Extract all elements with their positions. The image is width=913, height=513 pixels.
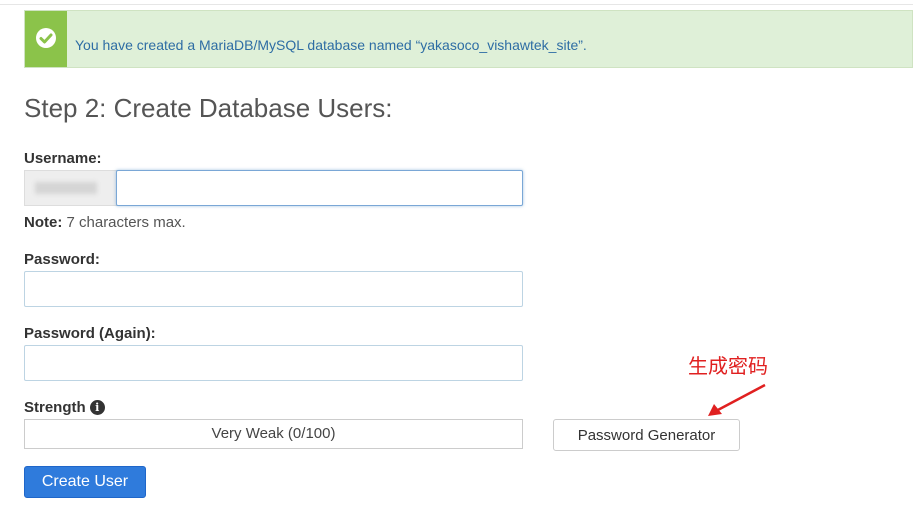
username-prefix (24, 170, 118, 206)
password-label: Password: (24, 251, 100, 268)
alert-icon-box (25, 11, 67, 67)
note-text: 7 characters max. (62, 214, 186, 231)
note-label: Note: (24, 214, 63, 231)
annotation-arrow-icon (708, 383, 766, 416)
password-generator-button[interactable]: Password Generator (553, 419, 740, 451)
password-input[interactable] (24, 271, 523, 307)
info-icon[interactable]: i (89, 400, 105, 415)
username-note: Note: 7 characters max. (24, 214, 186, 231)
username-input[interactable] (116, 170, 523, 206)
check-circle-icon (36, 28, 56, 48)
create-user-button[interactable]: Create User (24, 466, 146, 498)
success-alert: You have created a MariaDB/MySQL databas… (24, 10, 913, 68)
page-title: Step 2: Create Database Users: (24, 93, 393, 123)
strength-label-row: Strength i (24, 399, 105, 416)
password-strength-meter: Very Weak (0/100) (24, 419, 523, 449)
alert-message: You have created a MariaDB/MySQL databas… (75, 37, 587, 53)
username-prefix-redacted (35, 182, 97, 194)
username-label: Username: (24, 150, 102, 167)
strength-label: Strength (24, 399, 86, 416)
annotation-text: 生成密码 (688, 354, 768, 378)
password-again-label: Password (Again): (24, 325, 156, 342)
password-again-input[interactable] (24, 345, 523, 381)
top-divider (0, 4, 913, 5)
